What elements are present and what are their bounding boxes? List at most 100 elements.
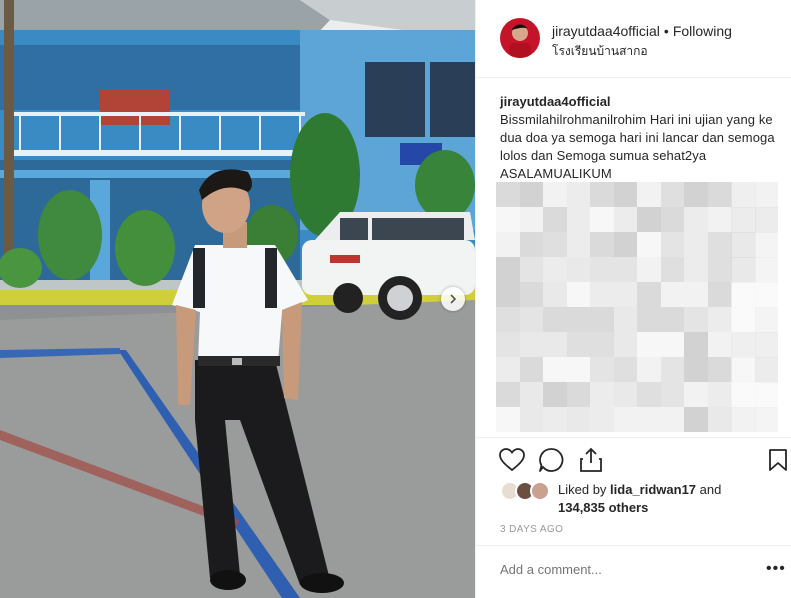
comment-button[interactable]: [537, 446, 565, 474]
mosaic-block: [754, 207, 778, 233]
liked-by-prefix: Liked by: [558, 482, 607, 497]
share-icon: [580, 447, 602, 472]
following-button[interactable]: Following: [673, 23, 732, 39]
mosaic-block: [684, 282, 709, 308]
avatar-image: [500, 18, 540, 58]
mosaic-block: [566, 282, 591, 308]
mosaic-block: [637, 332, 662, 358]
mosaic-block: [684, 307, 709, 333]
liker-avatar: [530, 481, 550, 501]
mosaic-block: [519, 382, 544, 408]
header-separator: •: [663, 23, 669, 39]
mosaic-block: [707, 257, 732, 283]
mosaic-block: [519, 357, 544, 383]
mosaic-block: [754, 332, 778, 358]
mosaic-block: [566, 257, 591, 283]
mosaic-block: [684, 257, 709, 283]
mosaic-block: [496, 207, 521, 233]
mosaic-block: [731, 182, 756, 208]
liked-by-text: Liked by lida_ridwan17 and 134,835 other…: [558, 481, 768, 517]
mosaic-block: [660, 182, 685, 208]
mosaic-block: [731, 232, 756, 258]
liker-avatars[interactable]: [500, 481, 556, 503]
mosaic-block: [754, 282, 778, 308]
mosaic-block: [543, 207, 568, 233]
mosaic-block: [613, 282, 638, 308]
mosaic-block: [519, 282, 544, 308]
mosaic-block: [731, 407, 756, 432]
mosaic-block: [613, 232, 638, 258]
header-user-line: jirayutdaa4official • Following: [552, 22, 732, 40]
mosaic-block: [566, 357, 591, 383]
liked-by-and: and: [699, 482, 722, 497]
avatar[interactable]: [500, 18, 540, 58]
mosaic-block: [543, 257, 568, 283]
bookmark-icon: [769, 449, 787, 471]
mosaic-block: [660, 332, 685, 358]
mosaic-block: [684, 357, 709, 383]
mosaic-block: [519, 182, 544, 208]
mosaic-block: [637, 232, 662, 258]
mosaic-block: [613, 382, 638, 408]
mosaic-block: [637, 357, 662, 383]
comment-input[interactable]: [500, 562, 740, 577]
mosaic-block: [684, 232, 709, 258]
mosaic-block: [566, 232, 591, 258]
mosaic-block: [684, 407, 709, 432]
mosaic-block: [707, 182, 732, 208]
mosaic-block: [754, 407, 778, 432]
more-options-button[interactable]: •••: [766, 561, 786, 577]
mosaic-block: [660, 282, 685, 308]
mosaic-block: [731, 207, 756, 233]
carousel-next-button[interactable]: [441, 287, 465, 311]
mosaic-block: [731, 357, 756, 383]
mosaic-block: [613, 357, 638, 383]
mosaic-block: [590, 407, 615, 432]
mosaic-block: [566, 332, 591, 358]
likes-summary: Liked by lida_ridwan17 and 134,835 other…: [500, 479, 790, 519]
mosaic-block: [590, 282, 615, 308]
mosaic-block: [543, 357, 568, 383]
mosaic-block: [637, 207, 662, 233]
caption-text: Bissmilahilrohmanilrohim Hari ini ujian …: [500, 112, 775, 181]
mosaic-block: [637, 257, 662, 283]
caption-username[interactable]: jirayutdaa4official: [500, 93, 780, 111]
header-username[interactable]: jirayutdaa4official: [552, 23, 660, 39]
post-photo[interactable]: [0, 0, 475, 598]
post-timestamp[interactable]: 3 DAYS AGO: [500, 524, 563, 535]
mosaic-block: [660, 382, 685, 408]
mosaic-block: [731, 282, 756, 308]
mosaic-block: [613, 332, 638, 358]
mosaic-block: [707, 307, 732, 333]
save-button[interactable]: [764, 446, 791, 474]
mosaic-block: [519, 257, 544, 283]
mosaic-block: [660, 232, 685, 258]
mosaic-block: [637, 182, 662, 208]
mosaic-block: [754, 307, 778, 333]
mosaic-block: [519, 232, 544, 258]
mosaic-block: [707, 332, 732, 358]
likes-others-count[interactable]: 134,835 others: [558, 500, 648, 515]
mosaic-block: [519, 407, 544, 432]
mosaic-block: [660, 307, 685, 333]
mosaic-block: [731, 332, 756, 358]
mosaic-block: [613, 307, 638, 333]
mosaic-block: [496, 282, 521, 308]
comment-icon: [539, 448, 564, 472]
liked-by-user[interactable]: lida_ridwan17: [610, 482, 696, 497]
mosaic-block: [613, 407, 638, 432]
share-button[interactable]: [577, 446, 605, 474]
mosaic-block: [543, 232, 568, 258]
mosaic-block: [566, 407, 591, 432]
mosaic-block: [590, 182, 615, 208]
like-button[interactable]: [498, 446, 526, 474]
location-link[interactable]: โรงเรียนบ้านสากอ: [552, 42, 648, 61]
mosaic-block: [613, 257, 638, 283]
mosaic-block: [590, 232, 615, 258]
mosaic-block: [754, 182, 778, 208]
mosaic-block: [684, 332, 709, 358]
mosaic-block: [660, 357, 685, 383]
mosaic-block: [496, 232, 521, 258]
mosaic-block: [754, 257, 778, 283]
mosaic-block: [566, 207, 591, 233]
